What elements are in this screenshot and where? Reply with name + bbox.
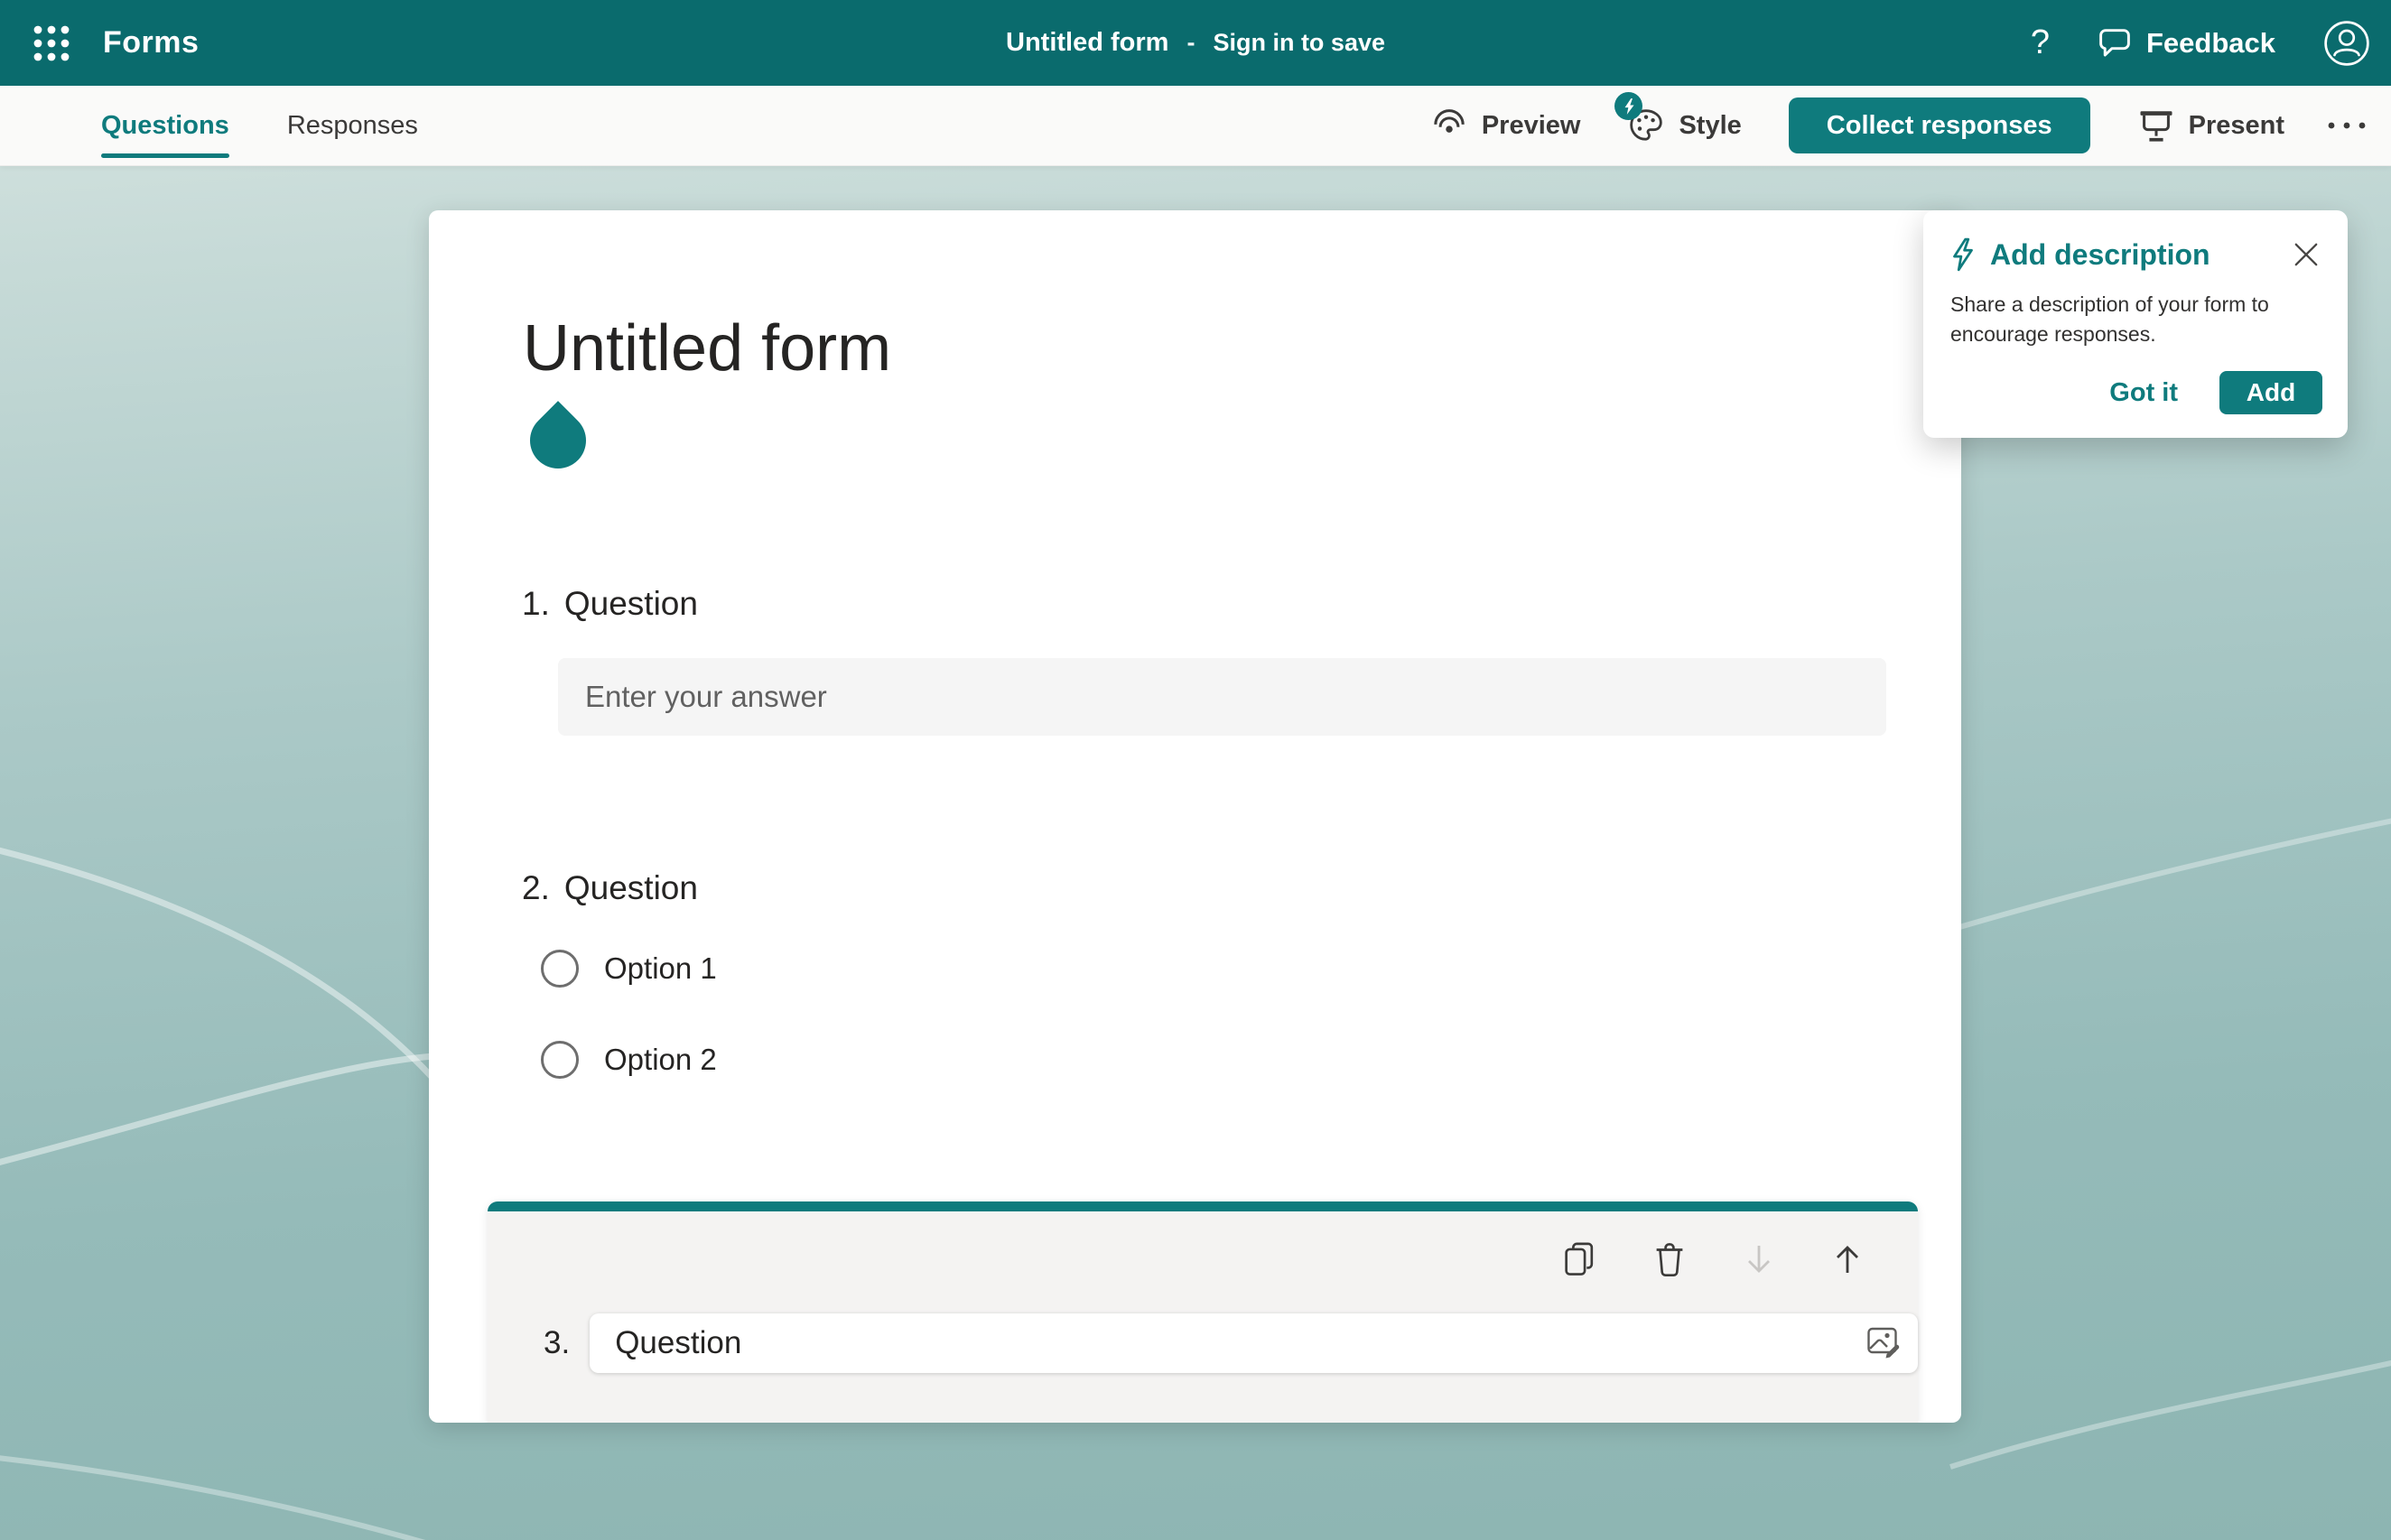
collect-responses-button[interactable]: Collect responses bbox=[1788, 97, 2090, 153]
top-app-bar: Forms Untitled form - Sign in to save ? … bbox=[0, 0, 2391, 86]
delete-question-button[interactable] bbox=[1651, 1238, 1689, 1280]
tab-questions[interactable]: Questions bbox=[101, 86, 229, 165]
question-3-toolbar bbox=[488, 1211, 1918, 1280]
add-description-popup: Add description Share a description of y… bbox=[1923, 210, 2348, 438]
question-1-number: 1. bbox=[522, 585, 550, 622]
app-launcher-button[interactable] bbox=[27, 19, 76, 68]
present-label: Present bbox=[2188, 110, 2284, 140]
lightning-bolt-icon bbox=[1953, 237, 1973, 272]
speech-bubble-icon bbox=[2099, 29, 2130, 57]
lightning-badge-icon bbox=[1624, 97, 1634, 115]
radio-option-1[interactable] bbox=[541, 950, 579, 988]
option-row-2[interactable]: Option 2 bbox=[541, 1041, 717, 1079]
topbar-left: Forms bbox=[0, 19, 199, 68]
style-label: Style bbox=[1679, 110, 1742, 140]
question-2-label[interactable]: 2. Question bbox=[522, 869, 698, 907]
feedback-button[interactable]: Feedback bbox=[2097, 26, 2275, 60]
question-3-edit-panel: 3. Question bbox=[488, 1201, 1918, 1423]
style-button[interactable]: Style bbox=[1614, 92, 1742, 144]
person-avatar-icon bbox=[2324, 20, 2369, 66]
insert-media-button[interactable] bbox=[1865, 1324, 1903, 1360]
answer-placeholder: Enter your answer bbox=[585, 680, 827, 713]
account-avatar-button[interactable] bbox=[2322, 19, 2371, 68]
more-options-button[interactable] bbox=[2326, 120, 2368, 131]
add-description-button[interactable]: Add bbox=[2219, 371, 2322, 414]
option-1-label: Option 1 bbox=[604, 951, 717, 985]
style-icon-group bbox=[1614, 92, 1665, 144]
image-insert-icon bbox=[1867, 1327, 1900, 1359]
popup-close-button[interactable] bbox=[2290, 238, 2322, 271]
got-it-button[interactable]: Got it bbox=[2109, 378, 2178, 408]
popup-header: Add description bbox=[1950, 237, 2322, 272]
radio-option-2[interactable] bbox=[541, 1041, 579, 1079]
question-1-answer-input[interactable]: Enter your answer bbox=[558, 658, 1886, 736]
trash-icon bbox=[1656, 1243, 1683, 1277]
question-1-text: Question bbox=[563, 585, 698, 622]
command-ribbon: Questions Responses Preview Style Collec… bbox=[0, 86, 2391, 166]
topbar-right: ? Feedback bbox=[2031, 19, 2391, 68]
ribbon-actions: Preview Style Collect responses Present bbox=[1383, 92, 2391, 153]
popup-body-text: Share a description of your form to enco… bbox=[1950, 292, 2269, 346]
preview-button[interactable]: Preview bbox=[1430, 109, 1581, 142]
duplicate-question-button[interactable] bbox=[1560, 1238, 1598, 1280]
feedback-label: Feedback bbox=[2145, 26, 2275, 59]
question-3-number: 3. bbox=[544, 1325, 571, 1360]
move-question-up-button[interactable] bbox=[1829, 1239, 1865, 1279]
form-canvas-card: Untitled form 1. Question Enter your ans… bbox=[429, 210, 1961, 1423]
close-icon bbox=[2294, 243, 2318, 266]
question-3-row: 3. Question bbox=[488, 1313, 1918, 1373]
waffle-icon bbox=[33, 25, 70, 60]
question-3-text: Question bbox=[615, 1325, 742, 1360]
question-1-label[interactable]: 1. Question bbox=[522, 585, 698, 623]
ellipsis-icon bbox=[2328, 122, 2366, 129]
arrow-down-icon bbox=[1748, 1246, 1770, 1273]
preview-label: Preview bbox=[1481, 110, 1581, 140]
active-tab-underline bbox=[101, 153, 229, 158]
form-title[interactable]: Untitled form bbox=[523, 311, 891, 385]
question-2-text: Question bbox=[563, 869, 698, 906]
theme-droplet-icon bbox=[518, 401, 598, 480]
present-screen-icon bbox=[2140, 111, 2172, 142]
tab-responses[interactable]: Responses bbox=[287, 86, 418, 165]
question-2-number: 2. bbox=[522, 869, 550, 906]
app-name: Forms bbox=[103, 25, 200, 60]
popup-footer: Got it Add bbox=[1950, 371, 2322, 414]
question-3-title-input[interactable]: Question bbox=[590, 1313, 1918, 1373]
present-button[interactable]: Present bbox=[2137, 107, 2284, 144]
title-separator: - bbox=[1186, 29, 1196, 56]
forms-app-screen: Forms Untitled form - Sign in to save ? … bbox=[0, 0, 2391, 1540]
option-row-1[interactable]: Option 1 bbox=[541, 950, 717, 988]
move-question-down-button[interactable] bbox=[1741, 1239, 1777, 1279]
document-title: Untitled form bbox=[1006, 28, 1169, 57]
tab-questions-label: Questions bbox=[101, 110, 229, 140]
view-tabs: Questions Responses bbox=[0, 86, 418, 165]
sign-in-to-save-link[interactable]: Sign in to save bbox=[1213, 29, 1385, 57]
document-title-group: Untitled form - Sign in to save bbox=[1006, 0, 1385, 86]
popup-title: Add description bbox=[1990, 237, 2210, 271]
copy-icon bbox=[1565, 1242, 1594, 1276]
tab-responses-label: Responses bbox=[286, 110, 418, 140]
eye-preview-icon bbox=[1434, 109, 1465, 133]
arrow-up-icon bbox=[1837, 1246, 1858, 1273]
option-2-label: Option 2 bbox=[604, 1043, 717, 1076]
edit-panel-accent-bar bbox=[488, 1201, 1918, 1211]
help-button[interactable]: ? bbox=[2031, 23, 2050, 62]
